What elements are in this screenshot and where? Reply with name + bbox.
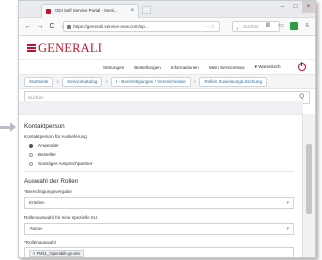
radio-anwender[interactable]: Anwender — [29, 143, 59, 148]
tab-favicon-icon — [46, 9, 51, 14]
breadcrumb-separator: > — [105, 79, 108, 84]
nav-item-stoerungen[interactable]: Störungen — [103, 65, 124, 70]
forward-button[interactable]: → — [35, 22, 45, 32]
breadcrumb-separator: > — [193, 79, 197, 84]
ku-value: -None- — [29, 226, 44, 231]
warenkorb-label: Warenkorb — [258, 64, 281, 69]
browser-window: GDI Self Service Portal - Servi... × – □… — [18, 0, 316, 258]
address-bar[interactable]: https://generali.service-now.com/sp... ·… — [63, 21, 220, 32]
tab-title: GDI Self Service Portal - Servi... — [55, 8, 118, 13]
sidebar-icon[interactable]: ▭ — [277, 22, 285, 30]
window-controls: – □ × — [276, 1, 315, 13]
permission-label: *Berechtigungsvergabe — [24, 189, 72, 194]
radio-unchecked-icon — [29, 161, 33, 166]
logout-power-icon[interactable] — [298, 62, 306, 71]
extension-icon[interactable] — [290, 22, 298, 30]
scrollbar[interactable] — [302, 114, 315, 257]
radio-sonstiger[interactable]: Sonstiger Ansprechpartner — [29, 161, 92, 166]
browser-search-placeholder: Suchen — [243, 24, 259, 29]
generali-lion-icon — [27, 44, 36, 52]
menu-icon[interactable]: ≡ — [303, 22, 311, 30]
breadcrumb-item-berechtigungen[interactable]: I - Berechtigungen / Verzeichnisse — [110, 76, 191, 87]
site-header: GENERALI — [19, 36, 315, 60]
radio-label: Sonstiger Ansprechpartner — [38, 161, 93, 166]
radio-unchecked-icon — [29, 152, 33, 157]
scrollbar-thumb[interactable] — [306, 144, 312, 214]
close-window-button[interactable]: × — [302, 1, 315, 13]
request-form: Kontaktperson Kontaktperson für Ausliefe… — [19, 114, 303, 257]
section-divider — [24, 171, 294, 172]
nav-item-warenkorb[interactable]: ▾ Warenkorb — [255, 64, 291, 70]
portal-search-placeholder: Suchen — [28, 95, 44, 100]
page-background — [19, 101, 303, 114]
permission-select[interactable]: Erteilen ▾ — [24, 197, 294, 209]
contact-label: Kontaktperson für Auslieferung — [24, 134, 87, 139]
radio-checked-icon — [29, 143, 33, 148]
chevron-down-icon: ▾ — [286, 226, 289, 232]
role-label-text: Rollenauswahl — [25, 240, 56, 245]
breadcrumb-separator: > — [56, 79, 60, 84]
browser-tab[interactable]: GDI Self Service Portal - Servi... × — [41, 4, 139, 18]
pointer-arrow-icon — [10, 122, 16, 132]
breadcrumb-item-servicekatalog[interactable]: Servicekatalog — [62, 76, 103, 87]
radio-label: Anwender — [38, 143, 59, 148]
logo-text[interactable]: GENERALI — [38, 41, 102, 56]
stage: GDI Self Service Portal - Servi... × – □… — [0, 0, 322, 260]
title-bar: GDI Self Service Portal - Servi... × – □… — [19, 1, 315, 18]
minimize-button[interactable]: – — [276, 1, 289, 13]
nav-item-bestellungen[interactable]: Bestellungen — [134, 65, 161, 70]
permission-value: Erteilen — [29, 200, 45, 205]
section-heading-roles: Auswahl der Rollen — [24, 178, 79, 185]
role-multiselect[interactable]: × FM11_Operabili-gs-den — [24, 247, 294, 257]
nav-item-mein-servicenow[interactable]: Mein ServiceNow — [209, 65, 245, 70]
section-heading-contact: Kontaktperson — [24, 123, 65, 130]
permission-label-text: Berechtigungsvergabe — [25, 189, 72, 194]
back-button[interactable]: ← — [23, 22, 33, 32]
radio-label: Besteller — [38, 152, 56, 157]
reload-button[interactable]: C — [47, 22, 57, 32]
breadcrumb-item-rollen[interactable]: Rollen Zuweisung/Löschung — [199, 76, 268, 87]
main-nav: Störungen Bestellungen Informationen Mei… — [19, 60, 315, 75]
library-icon[interactable]: Ⅲ — [264, 22, 272, 30]
url-text: https://generali.service-now.com/sp... — [73, 24, 149, 29]
ku-label: Rollenauswahl für eine spezielle KU — [24, 215, 98, 220]
role-tag[interactable]: × FM11_Operabili-gs-den — [29, 250, 85, 257]
lock-icon — [67, 25, 71, 29]
breadcrumb-item-startseite[interactable]: Startseite — [24, 76, 54, 87]
new-tab-button[interactable] — [142, 6, 151, 14]
radio-besteller[interactable]: Besteller — [29, 152, 56, 157]
toolbar-icons: Ⅲ ▭ ≡ — [264, 22, 311, 30]
maximize-button[interactable]: □ — [289, 1, 302, 13]
breadcrumb: Startseite > Servicekatalog > I - Berech… — [19, 75, 315, 89]
page-actions-icon[interactable]: ··· ☆ — [204, 22, 215, 31]
cart-icon: ▾ — [254, 64, 257, 69]
search-icon: ⌕ — [236, 26, 239, 32]
nav-item-informationen[interactable]: Informationen — [171, 65, 199, 70]
browser-toolbar: ← → C ⌂ https://generali.service-now.com… — [19, 18, 315, 36]
ku-select[interactable]: -None- ▾ — [24, 223, 294, 235]
chevron-down-icon: ▾ — [286, 200, 289, 206]
tab-close-icon[interactable]: × — [130, 5, 134, 17]
role-label: *Rollenauswahl — [24, 240, 56, 245]
